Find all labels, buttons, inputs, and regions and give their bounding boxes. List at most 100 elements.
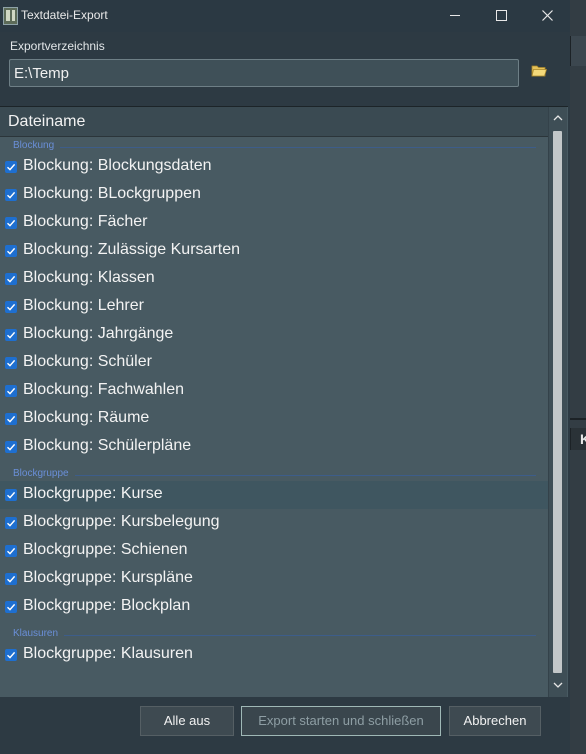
checkbox[interactable]	[5, 273, 17, 285]
checkbox[interactable]	[5, 245, 17, 257]
checkmark-icon	[7, 387, 16, 395]
list-item[interactable]: Blockung: Lehrer	[0, 293, 548, 321]
checkmark-icon	[7, 219, 16, 227]
list-item[interactable]: Blockgruppe: Kurse	[0, 481, 548, 509]
list-item-label: Blockung: Lehrer	[23, 297, 144, 314]
list-item-label: Blockung: Jahrgänge	[23, 325, 174, 342]
checkbox[interactable]	[5, 161, 17, 173]
checkbox[interactable]	[5, 489, 17, 501]
export-directory-label: Exportverzeichnis	[10, 39, 105, 53]
list-item[interactable]: Blockung: Fachwahlen	[0, 377, 548, 405]
group-divider	[60, 147, 536, 148]
list-item-label: Blockgruppe: Kurspläne	[23, 569, 193, 586]
title-bar: Textdatei-Export	[0, 0, 570, 32]
list-item-label: Blockung: Fachwahlen	[23, 381, 184, 398]
background-tab-label: K	[580, 431, 586, 447]
background-tab: K	[570, 428, 586, 450]
cancel-button[interactable]: Abbrechen	[449, 706, 541, 736]
list-item-label: Blockung: Schüler	[23, 353, 152, 370]
group-divider	[64, 635, 536, 636]
scroll-down-icon[interactable]	[552, 679, 564, 691]
checkbox[interactable]	[5, 329, 17, 341]
alle-aus-button[interactable]: Alle aus	[140, 706, 234, 736]
list-item-label: Blockung: Fächer	[23, 213, 148, 230]
checkmark-icon	[7, 651, 16, 659]
checkmark-icon	[7, 491, 16, 499]
checkmark-icon	[7, 275, 16, 283]
checkmark-icon	[7, 331, 16, 339]
checkbox[interactable]	[5, 517, 17, 529]
checkbox[interactable]	[5, 217, 17, 229]
checkbox[interactable]	[5, 357, 17, 369]
folder-icon[interactable]	[531, 62, 548, 77]
export-start-close-button[interactable]: Export starten und schließen	[241, 706, 441, 736]
list-item[interactable]: Blockgruppe: Kurspläne	[0, 565, 548, 593]
list-item[interactable]: Blockung: Blockungsdaten	[0, 153, 548, 181]
group-header: Blockgruppe	[13, 468, 69, 479]
window-title: Textdatei-Export	[21, 8, 108, 22]
list-item[interactable]: Blockgruppe: Kursbelegung	[0, 509, 548, 537]
group-header: Klausuren	[13, 628, 59, 639]
list-item[interactable]: Blockung: Klassen	[0, 265, 548, 293]
scrollbar-thumb[interactable]	[553, 131, 562, 673]
checkmark-icon	[7, 163, 16, 171]
list-item[interactable]: Blockgruppe: Schienen	[0, 537, 548, 565]
checkbox[interactable]	[5, 573, 17, 585]
minimize-button[interactable]	[432, 0, 478, 32]
list-item-label: Blockung: Klassen	[23, 269, 155, 286]
list-item[interactable]: Blockung: Schüler	[0, 349, 548, 377]
list-item-label: Blockung: BLockgruppen	[23, 185, 201, 202]
dialog-footer: Alle aus Export starten und schließen Ab…	[0, 697, 570, 754]
checkbox[interactable]	[5, 385, 17, 397]
background-panel	[570, 36, 586, 66]
checkbox[interactable]	[5, 545, 17, 557]
list-item-label: Blockgruppe: Kursbelegung	[23, 513, 220, 530]
checkbox[interactable]	[5, 413, 17, 425]
minimize-icon	[450, 14, 460, 16]
list-item-label: Blockung: Räume	[23, 409, 150, 426]
column-header-filename[interactable]: Dateiname	[0, 107, 548, 137]
checkmark-icon	[7, 191, 16, 199]
checkmark-icon	[7, 575, 16, 583]
checkmark-icon	[7, 443, 16, 451]
file-list: Dateiname Blockung Blockung: Blockungsdat…	[0, 106, 568, 698]
maximize-button[interactable]	[478, 0, 524, 32]
list-item[interactable]: Blockgruppe: Klausuren	[0, 641, 548, 669]
list-item[interactable]: Blockung: BLockgruppen	[0, 181, 548, 209]
checkmark-icon	[7, 359, 16, 367]
close-icon	[541, 9, 553, 21]
list-item-label: Blockung: Zulässige Kursarten	[23, 241, 240, 258]
app-icon	[3, 7, 18, 25]
list-item-label: Blockgruppe: Kurse	[23, 485, 163, 502]
checkmark-icon	[7, 247, 16, 255]
export-directory-input[interactable]: E:\Temp	[9, 59, 519, 87]
checkmark-icon	[7, 519, 16, 527]
group-divider	[75, 475, 536, 476]
checkbox[interactable]	[5, 441, 17, 453]
background-window: K	[570, 0, 586, 754]
list-item[interactable]: Blockung: Schülerpläne	[0, 433, 548, 461]
list-item[interactable]: Blockgruppe: Blockplan	[0, 593, 548, 621]
checkbox[interactable]	[5, 601, 17, 613]
list-item[interactable]: Blockung: Zulässige Kursarten	[0, 237, 548, 265]
checkbox[interactable]	[5, 189, 17, 201]
list-item[interactable]: Blockung: Fächer	[0, 209, 548, 237]
scroll-up-icon[interactable]	[552, 112, 564, 124]
list-item-label: Blockung: Blockungsdaten	[23, 157, 212, 174]
list-item-label: Blockgruppe: Schienen	[23, 541, 188, 558]
close-button[interactable]	[524, 0, 570, 32]
checkbox[interactable]	[5, 301, 17, 313]
checkbox[interactable]	[5, 649, 17, 661]
list-item-label: Blockung: Schülerpläne	[23, 437, 192, 454]
maximize-icon	[495, 9, 507, 21]
checkmark-icon	[7, 415, 16, 423]
checkmark-icon	[7, 603, 16, 611]
checkmark-icon	[7, 547, 16, 555]
list-item[interactable]: Blockung: Jahrgänge	[0, 321, 548, 349]
list-item-label: Blockgruppe: Klausuren	[23, 645, 193, 662]
checkmark-icon	[7, 303, 16, 311]
list-item-label: Blockgruppe: Blockplan	[23, 597, 191, 614]
export-dialog: Textdatei-Export Exportverzeichnis E:\Te…	[0, 0, 570, 754]
list-item[interactable]: Blockung: Räume	[0, 405, 548, 433]
vertical-scrollbar[interactable]	[548, 107, 567, 697]
